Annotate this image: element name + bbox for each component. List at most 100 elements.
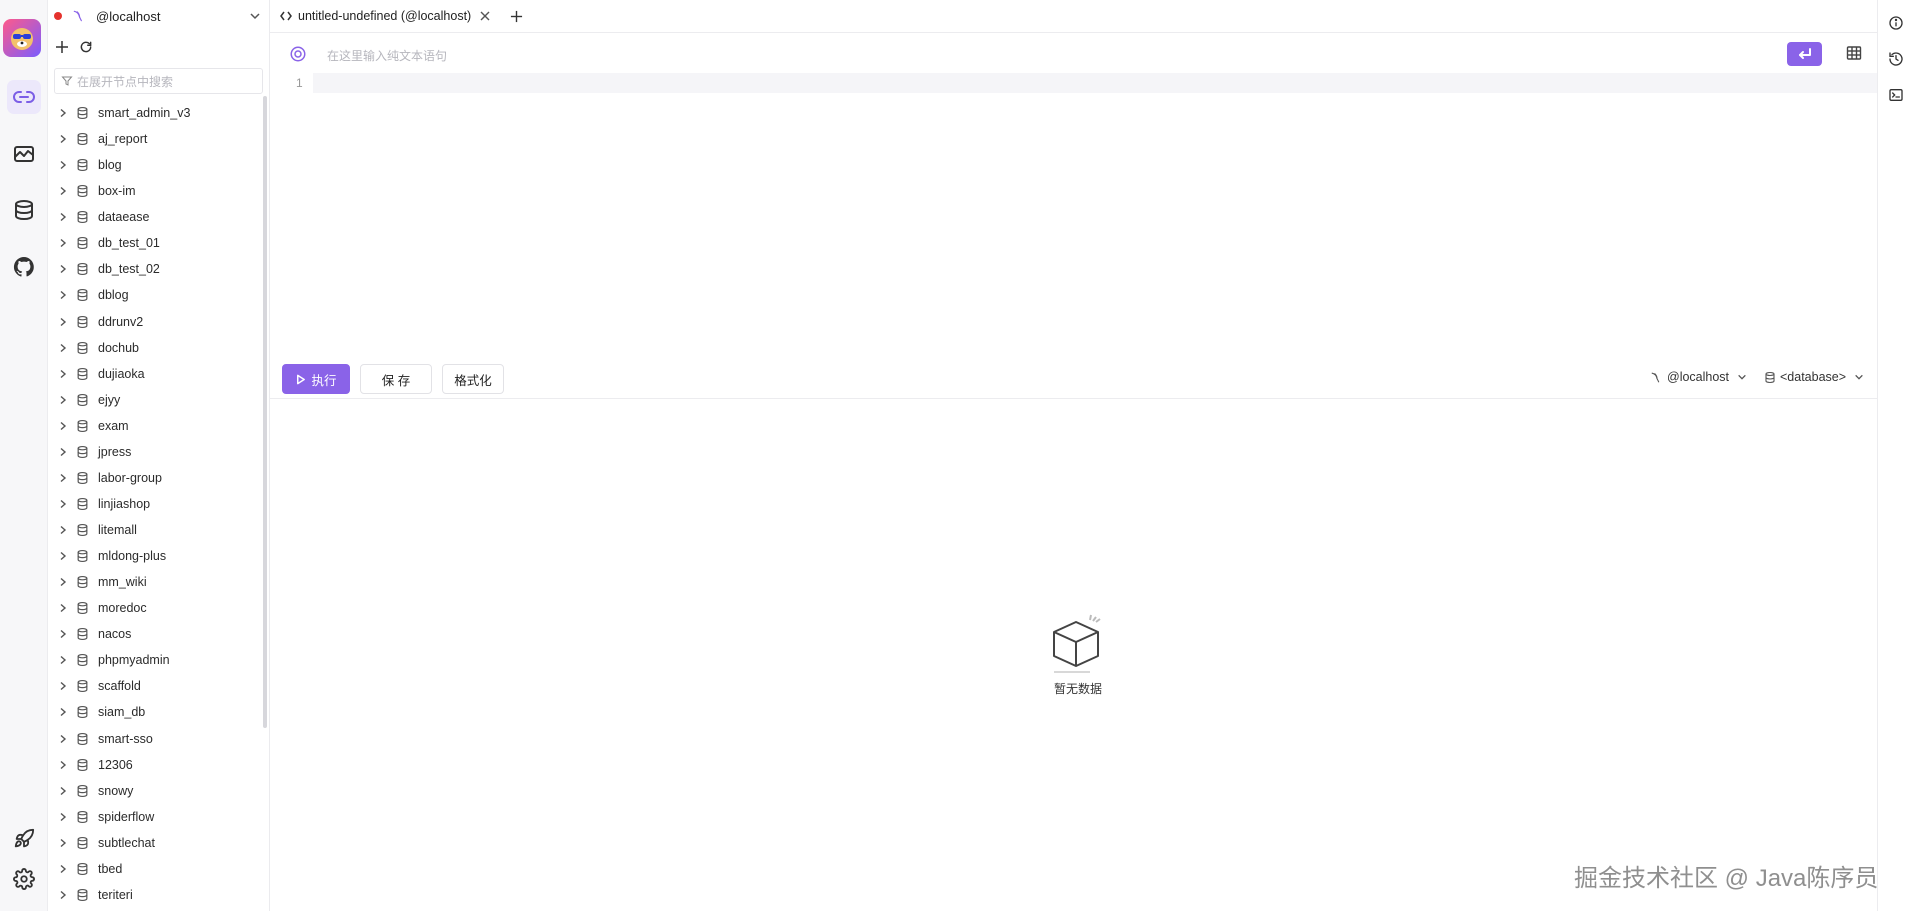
prompt-input[interactable]: 在这里输入纯文本语句 [327, 47, 447, 64]
chevron-right-icon[interactable] [58, 160, 70, 170]
tree-item-dataease[interactable]: dataease [48, 204, 269, 230]
database-icon [76, 679, 89, 693]
database-select[interactable]: <database> [1764, 370, 1864, 384]
chevron-right-icon[interactable] [58, 134, 70, 144]
tab-untitled[interactable]: untitled-undefined (@localhost) [270, 0, 497, 32]
chevron-right-icon[interactable] [58, 264, 70, 274]
chevron-right-icon[interactable] [58, 525, 70, 535]
tree-item-ejyy[interactable]: ejyy [48, 387, 269, 413]
connections-icon[interactable] [7, 80, 41, 114]
chevron-right-icon[interactable] [58, 655, 70, 665]
chevron-right-icon[interactable] [58, 760, 70, 770]
chevron-right-icon[interactable] [58, 343, 70, 353]
tree-item-box-im[interactable]: box-im [48, 178, 269, 204]
tree-item-nacos[interactable]: nacos [48, 621, 269, 647]
tree-item-labor-group[interactable]: labor-group [48, 465, 269, 491]
chevron-right-icon[interactable] [58, 212, 70, 222]
dashboard-chart-icon[interactable] [7, 137, 41, 171]
info-icon[interactable] [1888, 15, 1904, 31]
tree-item-dujiaoka[interactable]: dujiaoka [48, 361, 269, 387]
github-icon[interactable] [7, 250, 41, 284]
close-icon[interactable] [480, 11, 490, 21]
tree-item-db_test_02[interactable]: db_test_02 [48, 256, 269, 282]
tree-item-tbed[interactable]: tbed [48, 856, 269, 882]
connection-selector[interactable]: @localhost [48, 0, 269, 32]
tree-item-dblog[interactable]: dblog [48, 282, 269, 308]
chevron-right-icon[interactable] [58, 707, 70, 717]
tree-item-exam[interactable]: exam [48, 413, 269, 439]
tree-item-aj_report[interactable]: aj_report [48, 126, 269, 152]
tree-item-mm_wiki[interactable]: mm_wiki [48, 569, 269, 595]
ai-assistant-icon[interactable] [289, 45, 307, 63]
chevron-right-icon[interactable] [58, 499, 70, 509]
connection-select[interactable]: @localhost [1650, 370, 1747, 384]
tree-item-linjiashop[interactable]: linjiashop [48, 491, 269, 517]
database-icon [76, 862, 89, 876]
line-number: 1 [296, 76, 303, 90]
chevron-right-icon[interactable] [58, 577, 70, 587]
mysql-dolphin-icon [1650, 371, 1663, 384]
chevron-right-icon[interactable] [58, 786, 70, 796]
tree-item-subtlechat[interactable]: subtlechat [48, 830, 269, 856]
history-icon[interactable] [1888, 51, 1904, 67]
tree-item-smart-sso[interactable]: smart-sso [48, 726, 269, 752]
chevron-right-icon[interactable] [58, 681, 70, 691]
tree-item-snowy[interactable]: snowy [48, 778, 269, 804]
empty-text: 暂无数据 [1053, 682, 1102, 696]
save-button[interactable]: 保 存 [360, 364, 432, 394]
tree-search-input[interactable]: 在展开节点中搜索 [54, 68, 263, 94]
tree-item-12306[interactable]: 12306 [48, 752, 269, 778]
chevron-right-icon[interactable] [58, 473, 70, 483]
tree-item-label: nacos [98, 627, 132, 642]
tree-item-siam_db[interactable]: siam_db [48, 699, 269, 725]
chevron-right-icon[interactable] [58, 734, 70, 744]
chevron-down-icon[interactable] [249, 10, 261, 22]
chevron-right-icon[interactable] [58, 395, 70, 405]
rocket-icon[interactable] [7, 822, 41, 856]
tree-item-dochub[interactable]: dochub [48, 335, 269, 361]
tree-item-scaffold[interactable]: scaffold [48, 673, 269, 699]
chevron-right-icon[interactable] [58, 812, 70, 822]
submit-prompt-button[interactable] [1787, 42, 1822, 66]
chevron-right-icon[interactable] [58, 108, 70, 118]
format-button[interactable]: 格式化 [442, 364, 504, 394]
terminal-icon[interactable] [1888, 87, 1904, 103]
chevron-right-icon[interactable] [58, 838, 70, 848]
refresh-icon[interactable] [79, 40, 93, 54]
database-icon[interactable] [7, 193, 41, 227]
tree-item-jpress[interactable]: jpress [48, 439, 269, 465]
tree-item-db_test_01[interactable]: db_test_01 [48, 230, 269, 256]
new-tab-icon[interactable] [510, 10, 523, 23]
tree-item-ddrunv2[interactable]: ddrunv2 [48, 309, 269, 335]
settings-gear-icon[interactable] [7, 862, 41, 896]
chevron-right-icon[interactable] [58, 551, 70, 561]
tree-item-smart_admin_v3[interactable]: smart_admin_v3 [48, 100, 269, 126]
tree-item-teriteri[interactable]: teriteri [48, 882, 269, 908]
table-icon[interactable] [1846, 45, 1862, 61]
chevron-right-icon[interactable] [58, 603, 70, 613]
tree-item-blog[interactable]: blog [48, 152, 269, 178]
tree-item-spiderflow[interactable]: spiderflow [48, 804, 269, 830]
database-icon [76, 367, 89, 381]
add-icon[interactable] [55, 40, 69, 54]
database-icon [76, 184, 89, 198]
chevron-right-icon[interactable] [58, 369, 70, 379]
chevron-right-icon[interactable] [58, 421, 70, 431]
sidebar-scrollbar[interactable] [263, 96, 267, 728]
chevron-right-icon[interactable] [58, 238, 70, 248]
chevron-right-icon[interactable] [58, 864, 70, 874]
tree-item-mldong-plus[interactable]: mldong-plus [48, 543, 269, 569]
chevron-right-icon[interactable] [58, 890, 70, 900]
execute-button[interactable]: 执行 [282, 364, 350, 394]
tree-item-label: ddrunv2 [98, 314, 144, 329]
tree-item-moredoc[interactable]: moredoc [48, 595, 269, 621]
tree-item-phpmyadmin[interactable]: phpmyadmin [48, 647, 269, 673]
tree-item-litemall[interactable]: litemall [48, 517, 269, 543]
chevron-right-icon[interactable] [58, 447, 70, 457]
tree-item-label: jpress [98, 444, 132, 459]
chevron-right-icon[interactable] [58, 317, 70, 327]
code-editor-active-line[interactable] [313, 73, 1877, 93]
chevron-right-icon[interactable] [58, 629, 70, 639]
chevron-right-icon[interactable] [58, 290, 70, 300]
chevron-right-icon[interactable] [58, 186, 70, 196]
